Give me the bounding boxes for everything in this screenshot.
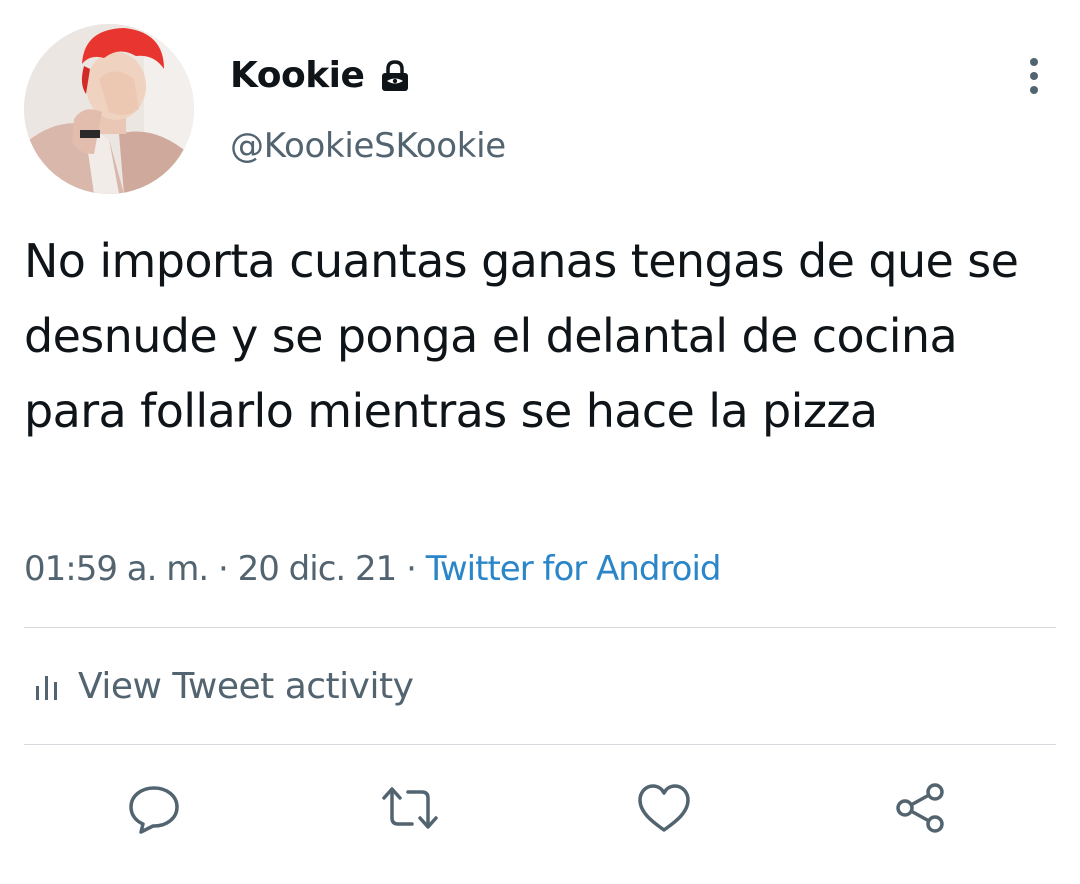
divider: [24, 744, 1056, 745]
heart-icon: [638, 784, 690, 832]
reply-icon: [129, 786, 179, 834]
lock-icon: [378, 59, 412, 93]
meta-separator: ·: [217, 549, 229, 589]
avatar-image: [24, 24, 194, 194]
tweet-meta: 01:59 a. m. · 20 dic. 21 · Twitter for A…: [24, 546, 721, 592]
author-handle[interactable]: @KookieSKookie: [230, 124, 506, 168]
retweet-button[interactable]: [380, 780, 438, 836]
avatar[interactable]: [24, 24, 194, 194]
meta-separator: ·: [406, 549, 417, 589]
bar-chart-icon: [36, 676, 57, 700]
share-button[interactable]: [892, 780, 948, 836]
retweet-icon: [382, 787, 438, 829]
author-display-name[interactable]: Kookie: [230, 54, 365, 98]
tweet-date[interactable]: 20 dic. 21: [238, 549, 398, 589]
author-display-name-row[interactable]: Kookie: [230, 54, 412, 98]
view-tweet-activity-link[interactable]: View Tweet activity: [34, 664, 414, 710]
more-options-button[interactable]: [1014, 54, 1054, 98]
tweet-time[interactable]: 01:59 a. m.: [24, 549, 209, 589]
more-vertical-icon: [1030, 58, 1038, 94]
divider: [24, 627, 1056, 628]
like-button[interactable]: [636, 780, 692, 836]
tweet-text: No importa cuantas ganas tengas de que s…: [24, 234, 1019, 438]
share-icon: [896, 783, 944, 833]
view-tweet-activity-label: View Tweet activity: [78, 666, 414, 707]
tweet-source-link[interactable]: Twitter for Android: [426, 549, 722, 589]
reply-button[interactable]: [126, 780, 182, 836]
